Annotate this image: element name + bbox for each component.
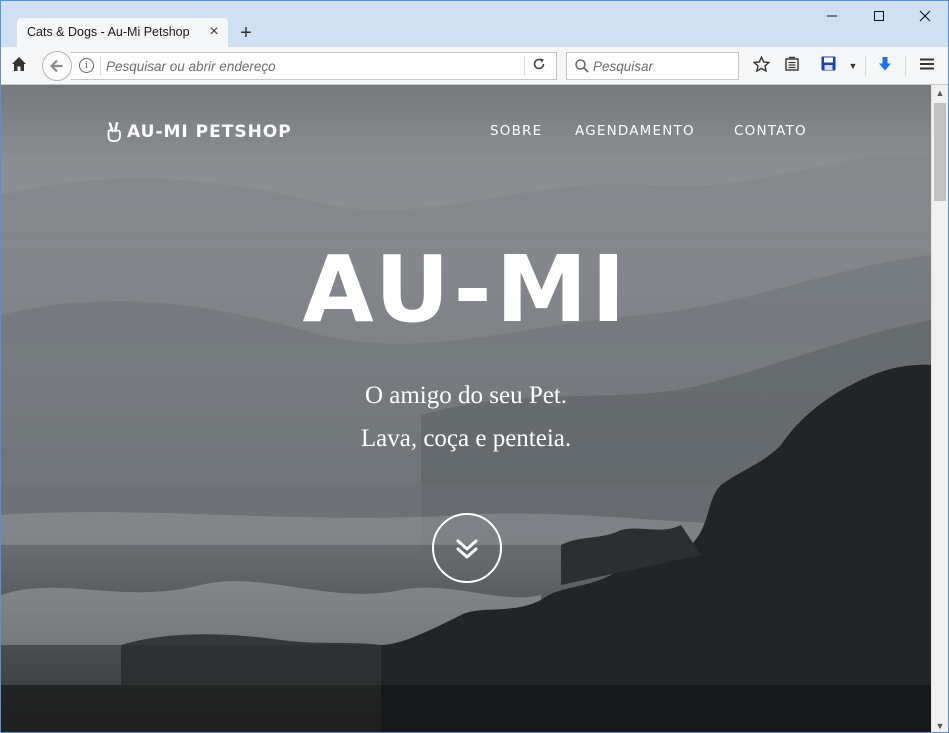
close-tab-icon[interactable]: × [206,24,222,40]
reload-icon[interactable] [530,57,548,75]
hero-tagline-2: Lava, coça e penteia. [360,425,572,452]
vertical-scrollbar[interactable]: ▲ ▼ [931,85,948,732]
search-bar[interactable] [566,52,739,80]
toolbar-divider [865,56,866,76]
download-icon[interactable] [875,56,895,76]
nav-link-agendamento[interactable]: AGENDAMENTO [575,123,695,139]
tab-title: Cats & Dogs - Au-Mi Petshop [27,25,190,39]
info-icon[interactable]: i [79,58,94,73]
peace-hand-icon [107,122,121,142]
back-arrow-icon [49,59,63,73]
maximize-icon[interactable] [856,6,902,28]
nav-link-contato[interactable]: CONTATO [734,123,807,139]
save-icon[interactable] [818,56,838,76]
double-chevron-down-icon [456,539,478,559]
site-logo[interactable]: AU-MI PETSHOP [105,121,292,143]
back-button[interactable] [42,51,72,81]
site-brand-name: AU-MI PETSHOP [127,122,292,142]
search-input[interactable] [593,53,733,79]
browser-window: Cats & Dogs - Au-Mi Petshop × + i Pesqui… [0,0,949,733]
search-icon [575,59,589,73]
hero-tagline-1: O amigo do seu Pet. [364,382,568,409]
scroll-up-arrow-icon[interactable]: ▲ [932,85,948,101]
scrollbar-thumb[interactable] [934,103,946,201]
star-icon[interactable] [751,55,771,76]
close-window-icon[interactable] [902,6,948,28]
tab-active[interactable]: Cats & Dogs - Au-Mi Petshop × [17,18,228,48]
save-dropdown-icon[interactable]: ▼ [843,56,863,76]
scroll-down-arrow-icon[interactable]: ▼ [932,718,948,732]
url-divider [100,56,101,76]
navigation-toolbar: i ▼ [1,47,948,85]
new-tab-icon[interactable]: + [236,23,256,43]
hero-title: AU-MI [302,236,630,343]
nav-link-sobre[interactable]: SOBRE [490,123,542,139]
tab-strip: Cats & Dogs - Au-Mi Petshop × + [1,1,948,48]
home-icon[interactable] [9,56,29,76]
url-input[interactable] [106,53,516,79]
url-bar[interactable]: i [71,52,557,80]
minimize-icon[interactable] [809,6,855,28]
url-divider-right [524,56,525,76]
reader-icon[interactable] [782,56,802,76]
scroll-down-button[interactable] [432,513,502,583]
hamburger-icon[interactable] [917,56,937,76]
web-page: AU-MI PETSHOP SOBRE AGENDAMENTO CONTATO … [1,85,931,732]
toolbar-divider [905,56,906,76]
